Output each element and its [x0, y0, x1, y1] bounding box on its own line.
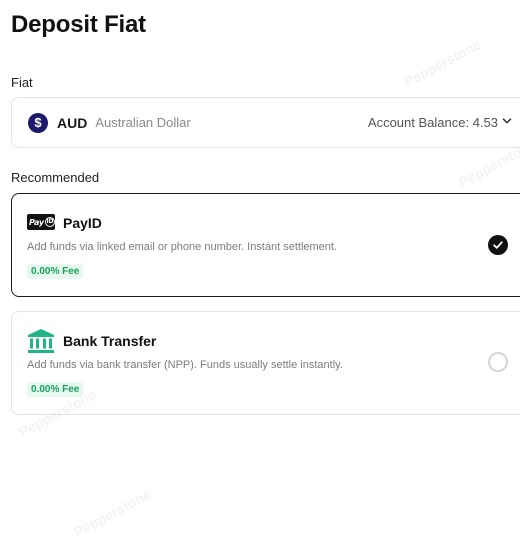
- radio-unselected[interactable]: [488, 352, 508, 372]
- account-balance: Account Balance: 4.53: [367, 115, 498, 130]
- currency-select[interactable]: $ AUD Australian Dollar Account Balance:…: [11, 97, 520, 148]
- checkmark-icon: [493, 241, 503, 249]
- currency-code: AUD: [57, 114, 88, 131]
- page-title: Deposit Fiat: [11, 11, 146, 38]
- fiat-section-label: Fiat: [11, 75, 33, 90]
- bank-icon: [28, 329, 54, 353]
- method-title: Bank Transfer: [63, 333, 157, 349]
- deposit-fiat-page: Deposit Fiat Fiat $ AUD Australian Dolla…: [0, 0, 520, 540]
- watermark-text: Pepperstone: [401, 36, 483, 90]
- method-title: PayID: [63, 215, 102, 231]
- radio-selected[interactable]: [488, 235, 508, 255]
- recommended-section-label: Recommended: [11, 170, 100, 185]
- payid-logo-text: Pay: [29, 217, 44, 227]
- fee-badge: 0.00% Fee: [27, 382, 84, 397]
- dollar-icon: $: [28, 112, 48, 133]
- method-description: Add funds via linked email or phone numb…: [27, 241, 338, 253]
- payid-logo-icon: Pay ID: [27, 214, 55, 232]
- fee-badge: 0.00% Fee: [27, 264, 84, 279]
- payid-logo-id-text: ID: [44, 217, 55, 227]
- watermark-text: Pepperstone: [71, 486, 153, 540]
- chevron-down-icon: [502, 118, 512, 124]
- payment-method-bank-transfer[interactable]: Bank Transfer Add funds via bank transfe…: [11, 311, 520, 415]
- method-description: Add funds via bank transfer (NPP). Funds…: [27, 359, 343, 371]
- currency-name: Australian Dollar: [95, 115, 191, 130]
- payment-method-payid[interactable]: Pay ID PayID Add funds via linked email o…: [11, 193, 520, 297]
